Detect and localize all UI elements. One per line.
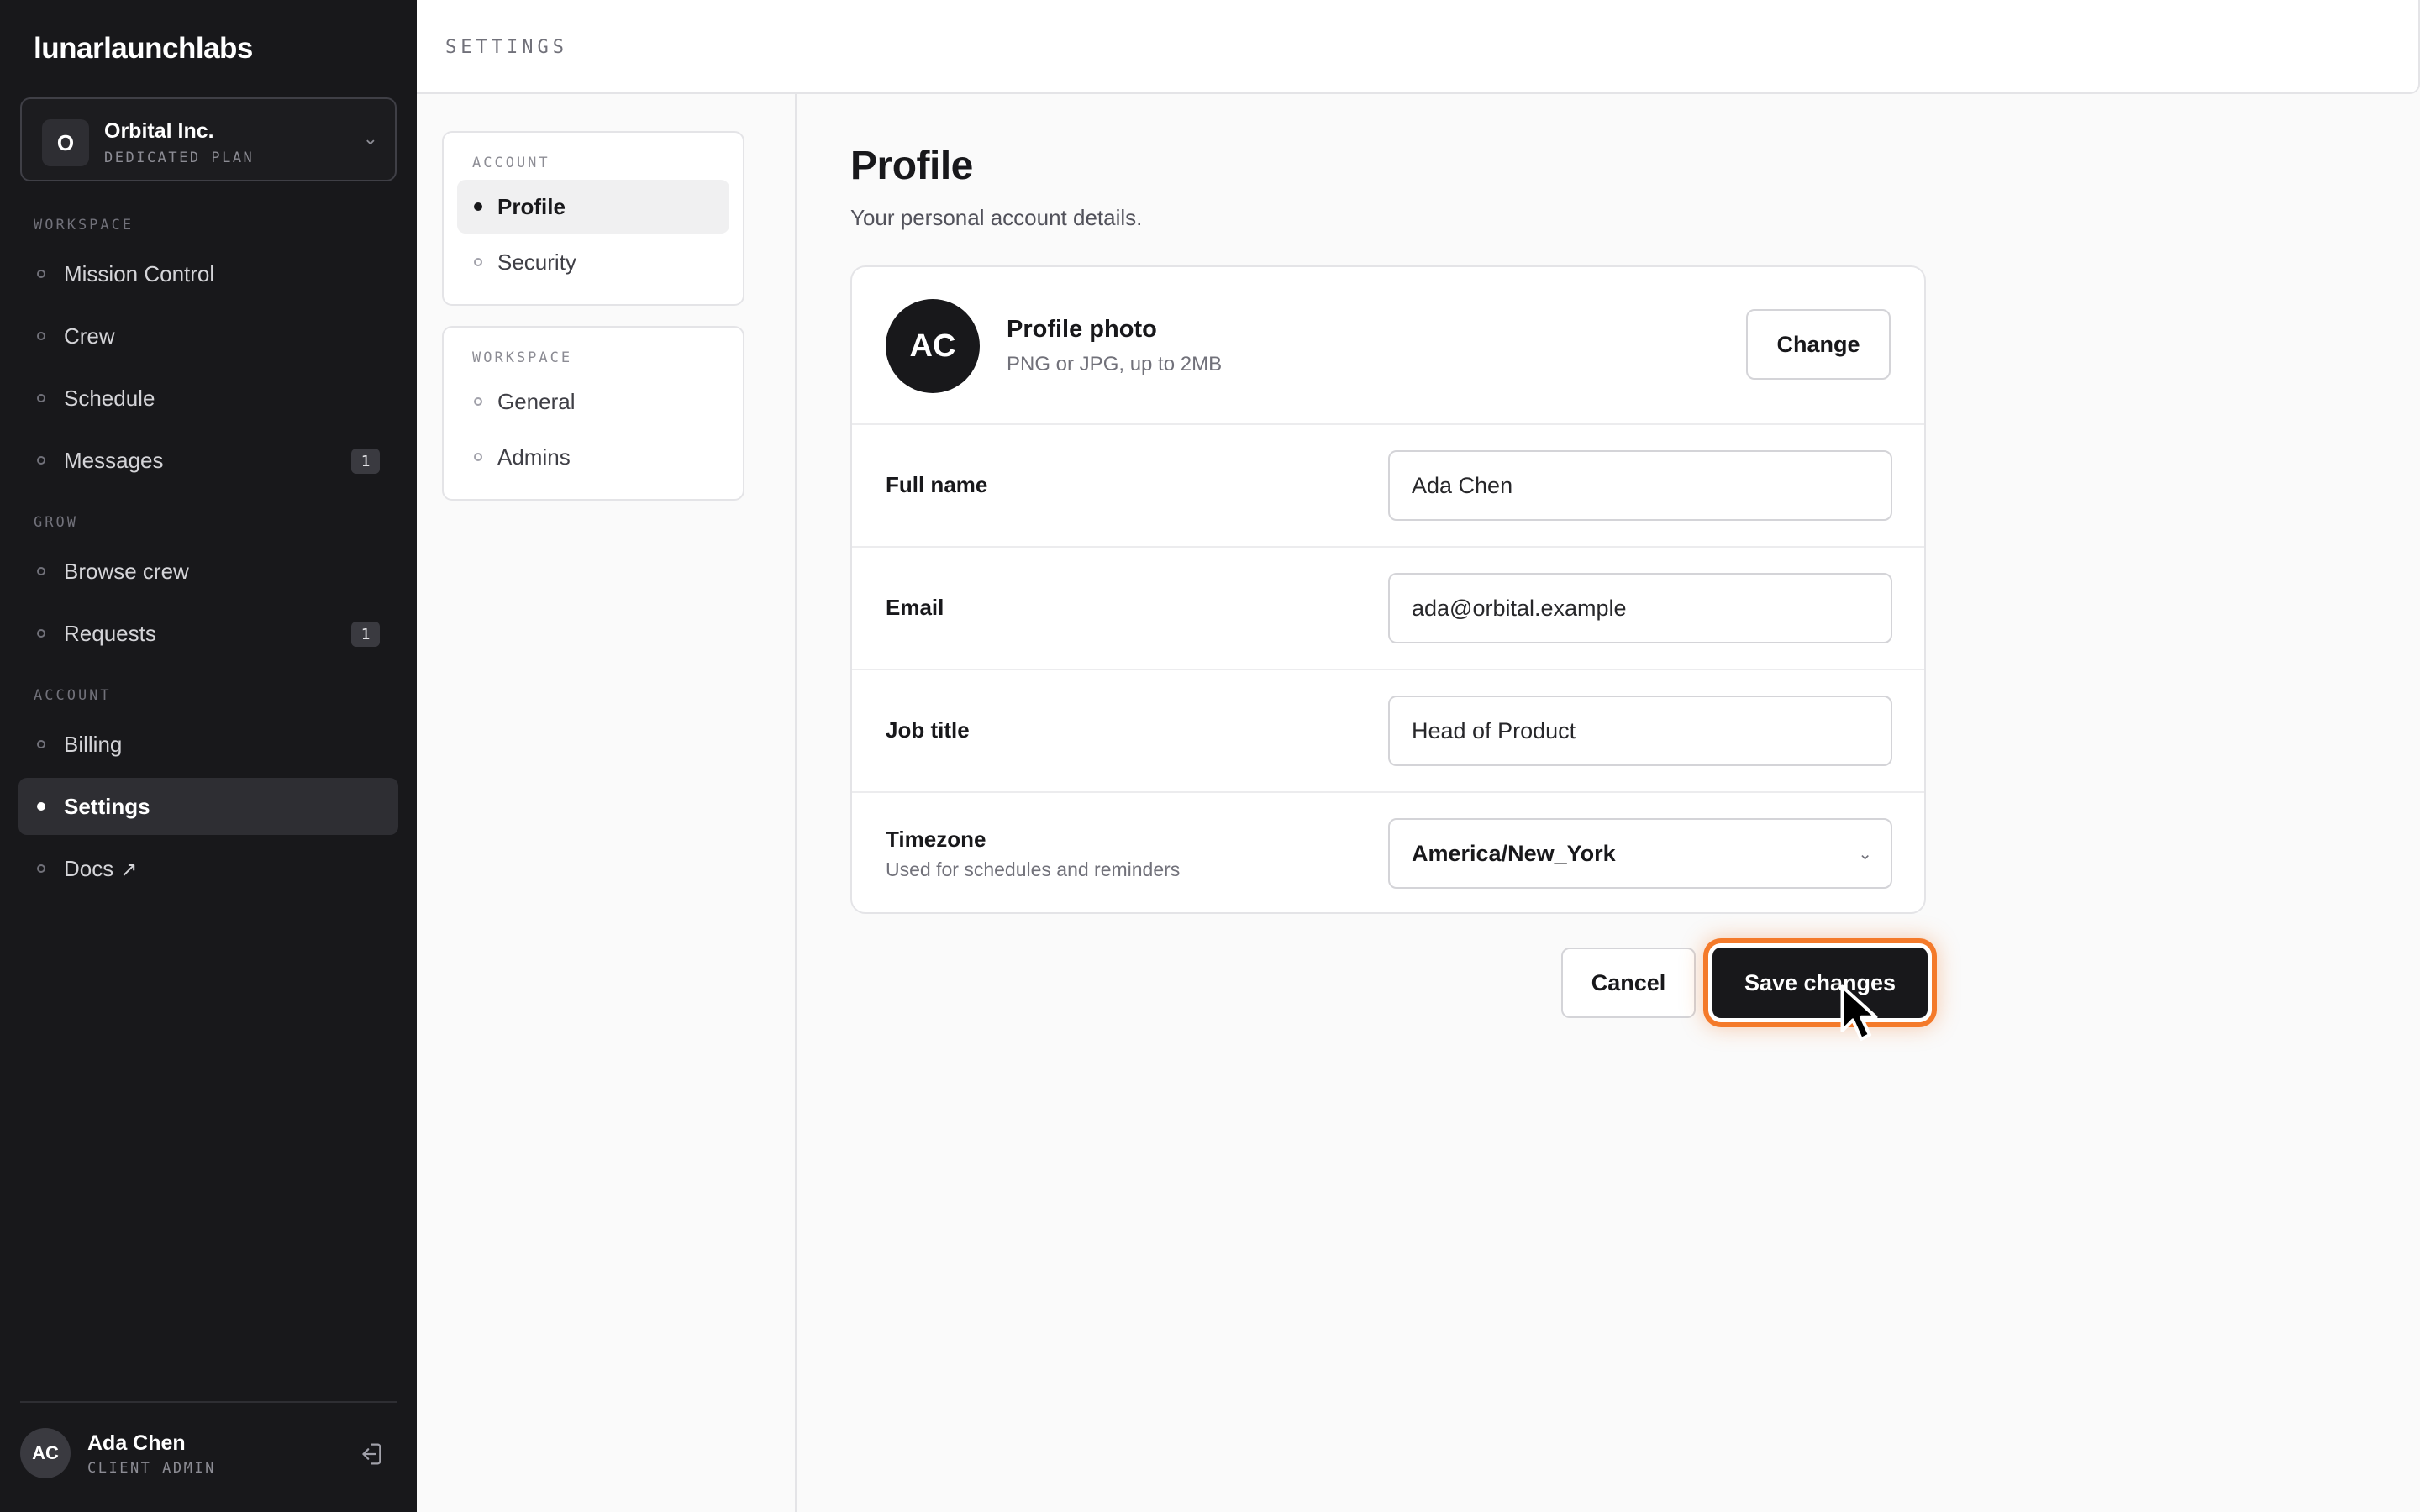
settings-nav-section-title: ACCOUNT [472, 155, 550, 171]
sidebar-item-label: Messages [64, 447, 164, 473]
user-name: Ada Chen [87, 1431, 186, 1455]
timezone-value: America/New_York [1412, 841, 1616, 866]
settings-nav-item-general[interactable]: General [457, 375, 729, 428]
top-bar: SETTINGS [417, 0, 2420, 94]
settings-nav-item-label: Admins [497, 444, 571, 470]
email-label: Email [886, 595, 944, 620]
sidebar-item-label: Docs ↗ [64, 856, 137, 882]
cancel-button[interactable]: Cancel [1561, 948, 1696, 1018]
sidebar-item-mission-control[interactable]: Mission Control [18, 245, 398, 302]
settings-nav-item-admins[interactable]: Admins [457, 430, 729, 484]
settings-nav: ACCOUNT Profile Security WORKSPACE Gener… [417, 94, 797, 1512]
profile-avatar: AC [886, 299, 980, 393]
mouse-cursor-icon [1840, 984, 1882, 1043]
settings-nav-item-label: General [497, 389, 576, 414]
settings-nav-item-security[interactable]: Security [457, 235, 729, 289]
sidebar-item-label: Billing [64, 731, 123, 757]
bullet-icon [37, 629, 45, 638]
save-button[interactable]: Save changes [1712, 948, 1928, 1018]
org-switcher[interactable]: O Orbital Inc. DEDICATED PLAN ⌄ [20, 97, 397, 181]
job-title-label: Job title [886, 717, 970, 743]
sidebar-item-label: Settings [64, 793, 150, 819]
settings-nav-item-label: Profile [497, 194, 566, 219]
org-name: Orbital Inc. [104, 119, 214, 143]
user-role: CLIENT ADMIN [87, 1460, 216, 1477]
unread-badge: 1 [351, 449, 380, 474]
page-breadcrumb: SETTINGS [445, 37, 568, 58]
row-divider [852, 791, 1924, 793]
sidebar-item-label: Schedule [64, 385, 155, 411]
sidebar: lunarlaunchlabs O Orbital Inc. DEDICATED… [0, 0, 417, 1512]
bullet-icon [37, 456, 45, 465]
timezone-hint: Used for schedules and reminders [886, 858, 1181, 880]
nav-section-workspace: WORKSPACE [34, 217, 134, 234]
logout-icon[interactable] [356, 1440, 385, 1468]
bullet-icon [37, 864, 45, 873]
nav-section-account: ACCOUNT [34, 687, 112, 704]
bullet-icon [474, 453, 482, 461]
row-divider [852, 546, 1924, 548]
sidebar-item-label: Mission Control [64, 260, 215, 286]
page-title: Profile [850, 144, 973, 188]
requests-badge: 1 [351, 622, 380, 647]
page-subtitle: Your personal account details. [850, 205, 1143, 230]
docs-label: Docs [64, 855, 114, 881]
org-plan: DEDICATED PLAN [104, 150, 255, 166]
chevron-down-icon: ⌄ [1858, 845, 1872, 864]
bullet-icon [37, 270, 45, 278]
sidebar-item-schedule[interactable]: Schedule [18, 370, 398, 427]
sidebar-item-browse-crew[interactable]: Browse crew [18, 543, 398, 600]
bullet-icon [37, 332, 45, 340]
chevron-down-icon: ⌄ [362, 128, 378, 149]
sidebar-item-label: Crew [64, 323, 115, 349]
change-photo-button[interactable]: Change [1746, 309, 1891, 380]
settings-nav-item-profile[interactable]: Profile [457, 180, 729, 234]
sidebar-item-label: Requests [64, 620, 156, 646]
sidebar-item-docs[interactable]: Docs ↗ [18, 840, 398, 897]
bullet-icon [37, 394, 45, 402]
profile-card: AC Profile photo PNG or JPG, up to 2MB C… [850, 265, 1926, 914]
full-name-label: Full name [886, 472, 988, 497]
bullet-icon [474, 397, 482, 406]
org-avatar: O [42, 119, 89, 166]
full-name-input[interactable] [1388, 450, 1892, 521]
settings-nav-account: ACCOUNT Profile Security [442, 131, 744, 306]
row-divider [852, 423, 1924, 425]
bullet-icon [37, 567, 45, 575]
bullet-icon [37, 802, 45, 811]
bullet-icon [37, 740, 45, 748]
sidebar-item-crew[interactable]: Crew [18, 307, 398, 365]
job-title-input[interactable] [1388, 696, 1892, 766]
sidebar-item-messages[interactable]: Messages 1 [18, 432, 398, 489]
external-link-icon: ↗ [120, 858, 138, 881]
row-divider [852, 669, 1924, 670]
sidebar-item-settings[interactable]: Settings [18, 778, 398, 835]
profile-photo-title: Profile photo [1007, 316, 1157, 343]
nav-section-grow: GROW [34, 514, 78, 531]
brand-logo[interactable]: lunarlaunchlabs [34, 32, 253, 66]
settings-nav-workspace: WORKSPACE General Admins [442, 326, 744, 501]
bullet-icon [474, 258, 482, 266]
settings-nav-item-label: Security [497, 249, 576, 275]
email-field[interactable] [1388, 573, 1892, 643]
sidebar-divider [20, 1401, 397, 1403]
bullet-icon [474, 202, 482, 211]
avatar[interactable]: AC [20, 1428, 71, 1478]
timezone-label: Timezone [886, 827, 986, 852]
settings-nav-section-title: WORKSPACE [472, 349, 573, 366]
timezone-select[interactable]: America/New_York ⌄ [1388, 818, 1892, 889]
sidebar-item-billing[interactable]: Billing [18, 716, 398, 773]
profile-photo-hint: PNG or JPG, up to 2MB [1007, 353, 1223, 375]
sidebar-item-requests[interactable]: Requests 1 [18, 605, 398, 662]
sidebar-item-label: Browse crew [64, 558, 189, 584]
